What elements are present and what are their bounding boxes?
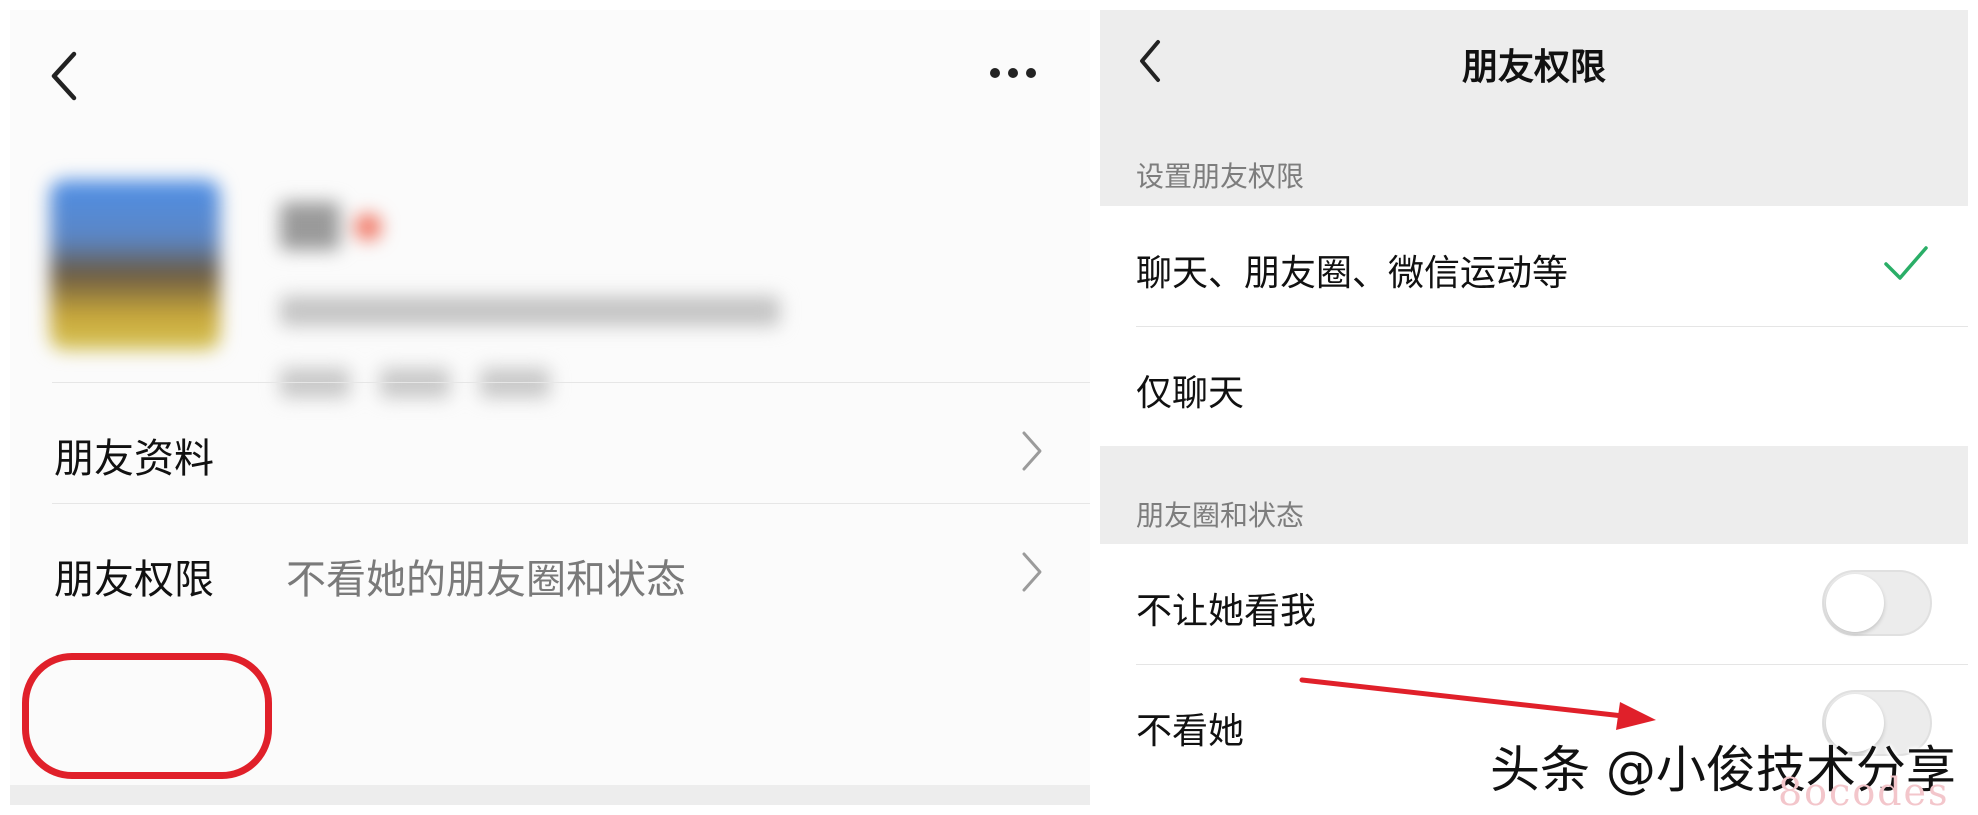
hide-my-moments-toggle[interactable] <box>1822 570 1932 636</box>
wechat-id-redacted <box>280 296 780 326</box>
checkmark-icon <box>1884 246 1928 280</box>
option-chat-only[interactable]: 仅聊天 <box>1100 326 1968 446</box>
divider <box>52 382 1090 383</box>
chevron-right-icon <box>1022 431 1042 471</box>
friend-profile-label: 朋友资料 <box>54 436 214 482</box>
section-header: 朋友圈和状态 <box>1136 499 1305 532</box>
watermark-faint: 8ocodes <box>1778 770 1950 814</box>
contact-info-screen: 朋友资料 朋友权限 不看她的朋友圈和状态 <box>10 10 1090 805</box>
section-header: 设置朋友权限 <box>1136 160 1305 193</box>
toggle-label: 不让她看我 <box>1136 591 1317 632</box>
friend-permissions-label: 朋友权限 <box>54 557 214 603</box>
toggle-knob <box>1826 574 1884 632</box>
page-title: 朋友权限 <box>1461 47 1606 88</box>
avatar[interactable] <box>50 180 220 350</box>
contact-name-redacted <box>280 202 340 250</box>
friend-permissions-row[interactable]: 朋友权限 不看她的朋友圈和状态 <box>10 505 1090 655</box>
option-label: 聊天、朋友圈、微信运动等 <box>1136 253 1569 294</box>
footer-strip <box>10 785 1090 805</box>
friend-permissions-value: 不看她的朋友圈和状态 <box>286 557 686 603</box>
option-chat-moments-etc[interactable]: 聊天、朋友圈、微信运动等 <box>1100 206 1968 326</box>
option-label: 仅聊天 <box>1136 373 1245 414</box>
divider <box>52 503 1090 504</box>
star-icon <box>355 214 381 240</box>
chevron-right-icon <box>1022 552 1042 592</box>
annotation-circle <box>22 653 272 779</box>
nav-bar: 朋友权限 <box>1100 10 1968 110</box>
more-icon[interactable] <box>990 62 1050 102</box>
toggle-label: 不看她 <box>1136 711 1245 752</box>
back-icon[interactable] <box>46 46 86 106</box>
row-hide-my-moments: 不让她看我 <box>1100 544 1968 664</box>
permission-options-card: 聊天、朋友圈、微信运动等 仅聊天 <box>1100 206 1968 446</box>
friend-permissions-screen: 朋友权限 设置朋友权限 聊天、朋友圈、微信运动等 仅聊天 朋友圈和状态 不让她看… <box>1100 10 1968 805</box>
